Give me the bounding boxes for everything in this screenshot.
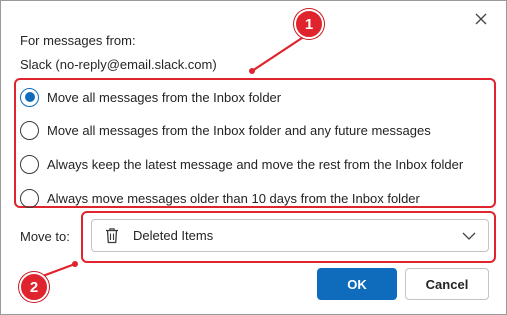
radio-button[interactable]	[20, 154, 39, 174]
ok-button[interactable]: OK	[317, 268, 397, 300]
callout-badge-1: 1	[294, 9, 324, 39]
radio-button[interactable]	[20, 188, 39, 208]
option-move-all-future[interactable]: Move all messages from the Inbox folder …	[20, 119, 431, 141]
option-label: Move all messages from the Inbox folder	[47, 89, 282, 105]
trash-icon	[104, 227, 120, 245]
close-button[interactable]	[469, 7, 493, 31]
radio-button[interactable]	[20, 120, 39, 140]
radio-button-selected[interactable]	[20, 87, 39, 107]
option-label: Always move messages older than 10 days …	[47, 190, 420, 206]
sender-label: Slack (no-reply@email.slack.com)	[20, 57, 217, 72]
callout-badge-2: 2	[19, 272, 49, 302]
move-to-label: Move to:	[20, 229, 70, 244]
option-label: Move all messages from the Inbox folder …	[47, 122, 431, 138]
close-icon	[475, 13, 487, 25]
option-older-than-10-days[interactable]: Always move messages older than 10 days …	[20, 187, 420, 209]
selected-folder: Deleted Items	[133, 228, 214, 243]
from-label: For messages from:	[20, 33, 136, 48]
cancel-button[interactable]: Cancel	[405, 268, 489, 300]
option-move-all[interactable]: Move all messages from the Inbox folder	[20, 86, 281, 108]
option-label: Always keep the latest message and move …	[47, 156, 464, 172]
chevron-down-icon	[462, 232, 476, 240]
folder-dropdown[interactable]: Deleted Items	[91, 219, 489, 252]
option-keep-latest[interactable]: Always keep the latest message and move …	[20, 153, 463, 175]
move-messages-dialog: For messages from: Slack (no-reply@email…	[0, 0, 507, 315]
